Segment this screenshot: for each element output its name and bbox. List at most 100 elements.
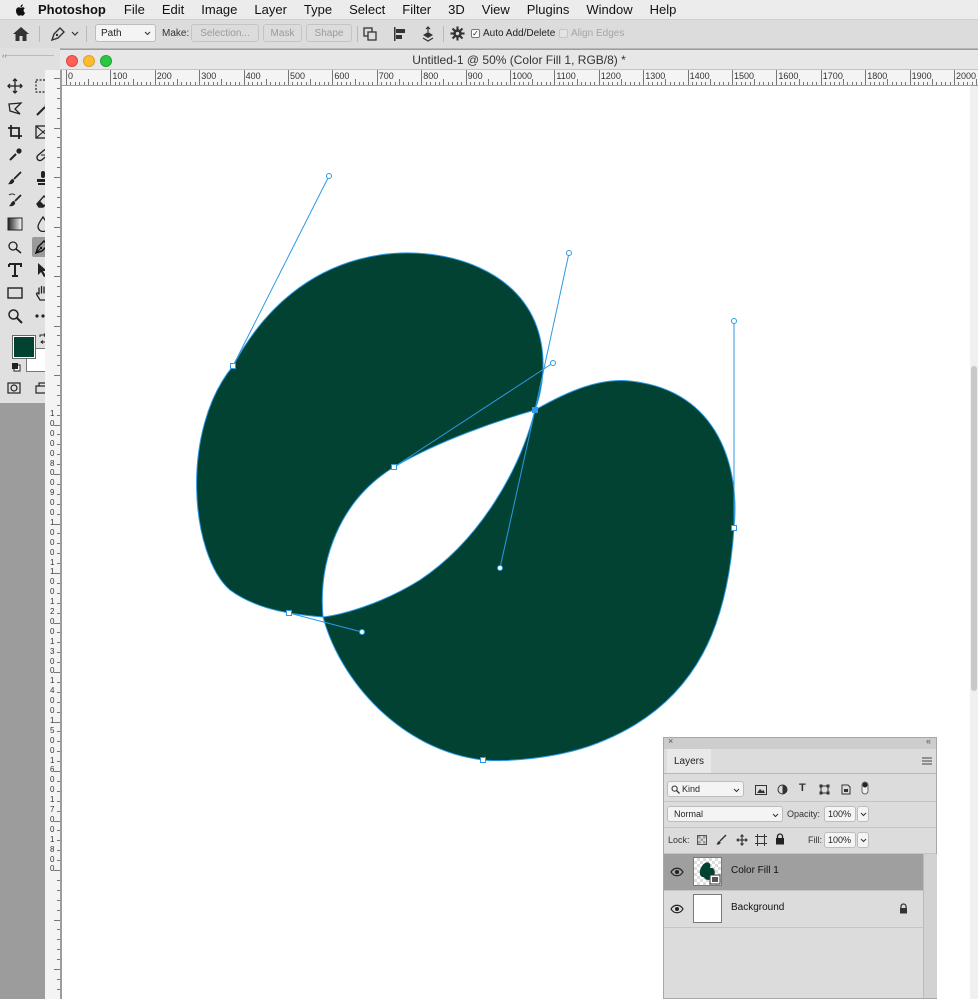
- smudge-icon: [8, 241, 22, 254]
- filter-toggle-icon[interactable]: [861, 781, 869, 795]
- tab-layers[interactable]: Layers: [667, 749, 711, 773]
- dodge-tool[interactable]: [5, 237, 25, 257]
- align-edges-checkbox[interactable]: Align Edges: [559, 24, 624, 42]
- handle-point[interactable]: [731, 318, 737, 324]
- make-selection-button[interactable]: Selection...: [191, 24, 259, 42]
- ruler-label: 0: [50, 745, 55, 755]
- document-title-bar[interactable]: Untitled-1 @ 50% (Color Fill 1, RGB/8) *: [60, 50, 978, 70]
- menu-type[interactable]: Type: [304, 2, 332, 17]
- menu-edit[interactable]: Edit: [162, 2, 184, 17]
- menu-image[interactable]: Image: [201, 2, 237, 17]
- ruler-label: 500: [290, 71, 306, 81]
- fill-input[interactable]: 100%: [824, 832, 856, 848]
- menu-3d[interactable]: 3D: [448, 2, 465, 17]
- anchor-point[interactable]: [480, 757, 486, 763]
- eyedropper-tool[interactable]: [5, 145, 25, 165]
- path-alignment-icon[interactable]: [392, 26, 408, 42]
- prevent-autonest-icon[interactable]: [755, 834, 767, 846]
- anchor-point[interactable]: [391, 464, 397, 470]
- filter-kind-select[interactable]: Kind: [667, 781, 744, 797]
- home-icon[interactable]: [12, 26, 30, 42]
- handle-point[interactable]: [497, 565, 503, 571]
- menu-file[interactable]: File: [124, 2, 145, 17]
- anchor-point[interactable]: [286, 610, 292, 616]
- type-icon: [8, 263, 22, 277]
- menu-view[interactable]: View: [482, 2, 510, 17]
- pen-tool-preset-icon[interactable]: [49, 25, 67, 43]
- handle-point[interactable]: [326, 173, 332, 179]
- lock-transparent-pixels-icon[interactable]: [697, 835, 707, 845]
- type-tool[interactable]: [5, 260, 25, 280]
- eye-icon[interactable]: [670, 867, 684, 877]
- handle-point[interactable]: [359, 629, 365, 635]
- auto-add-delete-checkbox[interactable]: ✓ Auto Add/Delete: [471, 24, 555, 42]
- pixel-layer-filter-icon[interactable]: [755, 785, 767, 795]
- anchor-point[interactable]: [731, 525, 737, 531]
- mode-select[interactable]: Path: [95, 24, 156, 42]
- chevron-down-icon[interactable]: [71, 31, 79, 37]
- ruler-tick: [274, 82, 276, 85]
- gradient-tool[interactable]: [5, 214, 25, 234]
- layer-row-background[interactable]: Background: [664, 891, 923, 928]
- move-tool[interactable]: [5, 76, 25, 96]
- scrollbar-thumb[interactable]: [971, 366, 977, 691]
- crop-icon: [8, 125, 22, 139]
- crop-tool[interactable]: [5, 122, 25, 142]
- smart-object-filter-icon[interactable]: [841, 784, 851, 795]
- gear-icon[interactable]: [450, 26, 465, 41]
- menu-help[interactable]: Help: [650, 2, 677, 17]
- fill-dropdown[interactable]: [857, 832, 869, 848]
- lock-image-pixels-icon[interactable]: [716, 834, 727, 845]
- default-colors-icon[interactable]: [11, 362, 21, 372]
- layer-row-color-fill[interactable]: Color Fill 1: [664, 854, 923, 891]
- layer-name[interactable]: Background: [731, 902, 784, 913]
- opacity-input[interactable]: 100%: [824, 806, 856, 822]
- ruler-tick: [288, 70, 289, 85]
- layer-name[interactable]: Color Fill 1: [731, 865, 779, 876]
- make-shape-button[interactable]: Shape: [306, 24, 352, 42]
- lock-all-icon[interactable]: [775, 833, 785, 845]
- panel-menu-icon[interactable]: [922, 757, 932, 765]
- adjustment-layer-filter-icon[interactable]: [777, 784, 788, 795]
- blend-mode-select[interactable]: Normal: [667, 806, 783, 822]
- type-layer-filter-icon[interactable]: T: [799, 782, 806, 794]
- path-arrangement-icon[interactable]: [419, 25, 437, 43]
- opacity-dropdown[interactable]: [857, 806, 869, 822]
- panel-header[interactable]: × «: [664, 736, 936, 749]
- ruler-tick: [927, 82, 929, 85]
- ruler-label: 1: [50, 517, 55, 527]
- shape-layer-filter-icon[interactable]: [819, 784, 830, 795]
- menu-plugins[interactable]: Plugins: [527, 2, 570, 17]
- history-brush-tool[interactable]: [5, 191, 25, 211]
- menu-layer[interactable]: Layer: [254, 2, 287, 17]
- panel-grip[interactable]: [6, 55, 54, 56]
- brush-tool[interactable]: [5, 168, 25, 188]
- menu-window[interactable]: Window: [586, 2, 632, 17]
- vertical-scrollbar[interactable]: [970, 86, 978, 999]
- make-mask-button[interactable]: Mask: [263, 24, 302, 42]
- lock-icon[interactable]: [899, 903, 908, 914]
- color-fill-shape[interactable]: [196, 252, 735, 761]
- collapse-panel-icon[interactable]: «: [926, 736, 931, 746]
- quick-mask-icon[interactable]: [7, 382, 21, 394]
- rectangle-tool[interactable]: [5, 283, 25, 303]
- menu-select[interactable]: Select: [349, 2, 385, 17]
- path-operations-icon[interactable]: [362, 26, 378, 42]
- selected-anchor-point[interactable]: [532, 407, 538, 413]
- menu-filter[interactable]: Filter: [402, 2, 431, 17]
- foreground-color-swatch[interactable]: [12, 335, 36, 359]
- lock-position-icon[interactable]: [736, 834, 748, 846]
- handle-point[interactable]: [566, 250, 572, 256]
- ruler-tick: [545, 82, 547, 85]
- menu-app-photoshop[interactable]: Photoshop: [38, 2, 106, 17]
- vertical-ruler[interactable]: 1000080090010001100120013001400150016001…: [45, 70, 61, 999]
- lasso-tool[interactable]: [5, 99, 25, 119]
- horizontal-ruler[interactable]: 0 100 200 300 400 500 600 700 800 900 1000 1100 1200…: [62, 70, 978, 86]
- zoom-tool[interactable]: [5, 306, 25, 326]
- handle-point[interactable]: [550, 360, 556, 366]
- apple-icon[interactable]: [14, 3, 28, 17]
- eye-icon[interactable]: [670, 904, 684, 914]
- anchor-point[interactable]: [230, 363, 236, 369]
- close-panel-icon[interactable]: ×: [668, 736, 673, 746]
- layers-scrollbar[interactable]: [923, 854, 937, 998]
